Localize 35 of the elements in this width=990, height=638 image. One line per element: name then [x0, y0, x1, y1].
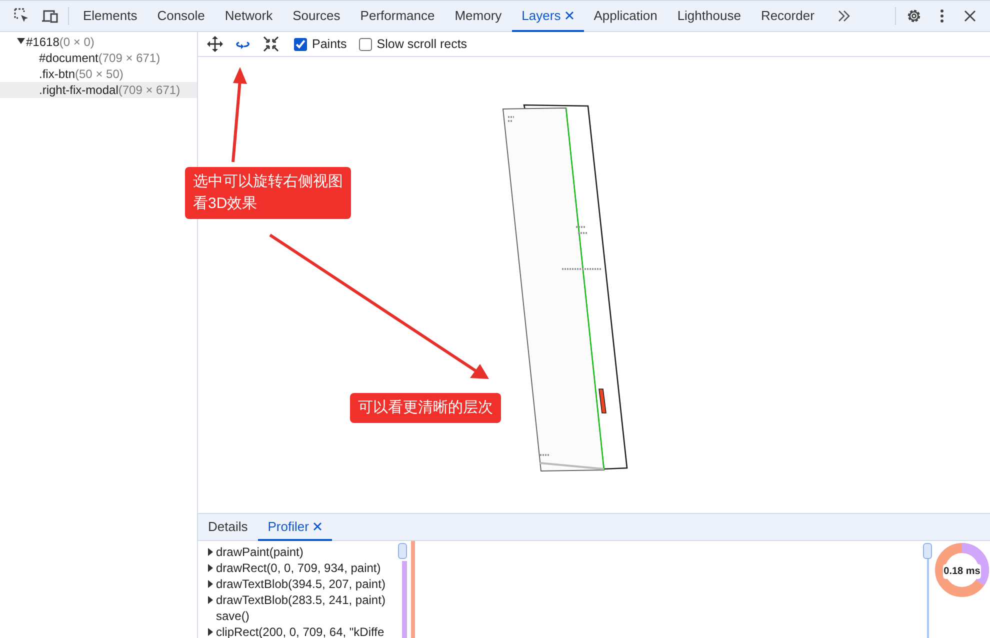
panel-tab[interactable]: Network: [214, 1, 283, 32]
resize-handle[interactable]: [398, 543, 407, 559]
panel-tab[interactable]: Recorder: [750, 1, 824, 32]
paint-command[interactable]: drawRect(0, 0, 709, 934, paint): [216, 560, 381, 576]
duration-text: 0.18 ms: [942, 564, 982, 578]
panel-tab[interactable]: Performance: [350, 1, 445, 32]
expand-triangle-icon[interactable]: [208, 628, 213, 636]
layers-3d-drawing[interactable]: [500, 103, 630, 473]
panel-tab[interactable]: Memory: [444, 1, 512, 32]
panel-tab[interactable]: Sources: [282, 1, 350, 32]
panel-tab[interactable]: Profiler: [258, 514, 332, 541]
paint-command[interactable]: save(): [216, 608, 250, 624]
panel-tab[interactable]: Lighthouse: [667, 1, 751, 32]
expand-triangle-icon[interactable]: [17, 38, 25, 45]
panel-tab[interactable]: Layers: [512, 1, 584, 32]
checkbox[interactable]: [294, 38, 307, 50]
checkbox[interactable]: [358, 38, 372, 50]
layer-tree-item[interactable]: #1618(0 × 0): [0, 34, 197, 50]
checkbox-label: Paints: [312, 36, 347, 53]
close-icon[interactable]: [312, 522, 322, 531]
checkbox-label: Slow scroll rects: [376, 36, 468, 53]
layer-tree-item[interactable]: .right-fix-modal(709 × 671): [0, 82, 197, 98]
annotation-label: 可以看更清晰的层次: [350, 393, 501, 423]
paint-command[interactable]: drawTextBlob(283.5, 241, paint): [216, 592, 386, 608]
layer-tree-item[interactable]: .fix-btn(50 × 50): [0, 66, 197, 82]
panel-tab[interactable]: Application: [584, 1, 668, 32]
annotation-label: 选中可以旋转右侧视图 看3D效果: [185, 167, 351, 219]
paint-command[interactable]: drawPaint(paint): [216, 544, 304, 560]
panel-tab[interactable]: Details: [198, 514, 258, 541]
panel-tab[interactable]: Console: [147, 1, 215, 32]
close-icon[interactable]: [564, 11, 574, 20]
paint-command[interactable]: drawTextBlob(394.5, 207, paint): [216, 576, 386, 592]
resize-handle[interactable]: [923, 543, 932, 559]
layer-tree-item[interactable]: #document(709 × 671): [0, 50, 197, 66]
panel-tab[interactable]: Elements: [73, 1, 148, 32]
